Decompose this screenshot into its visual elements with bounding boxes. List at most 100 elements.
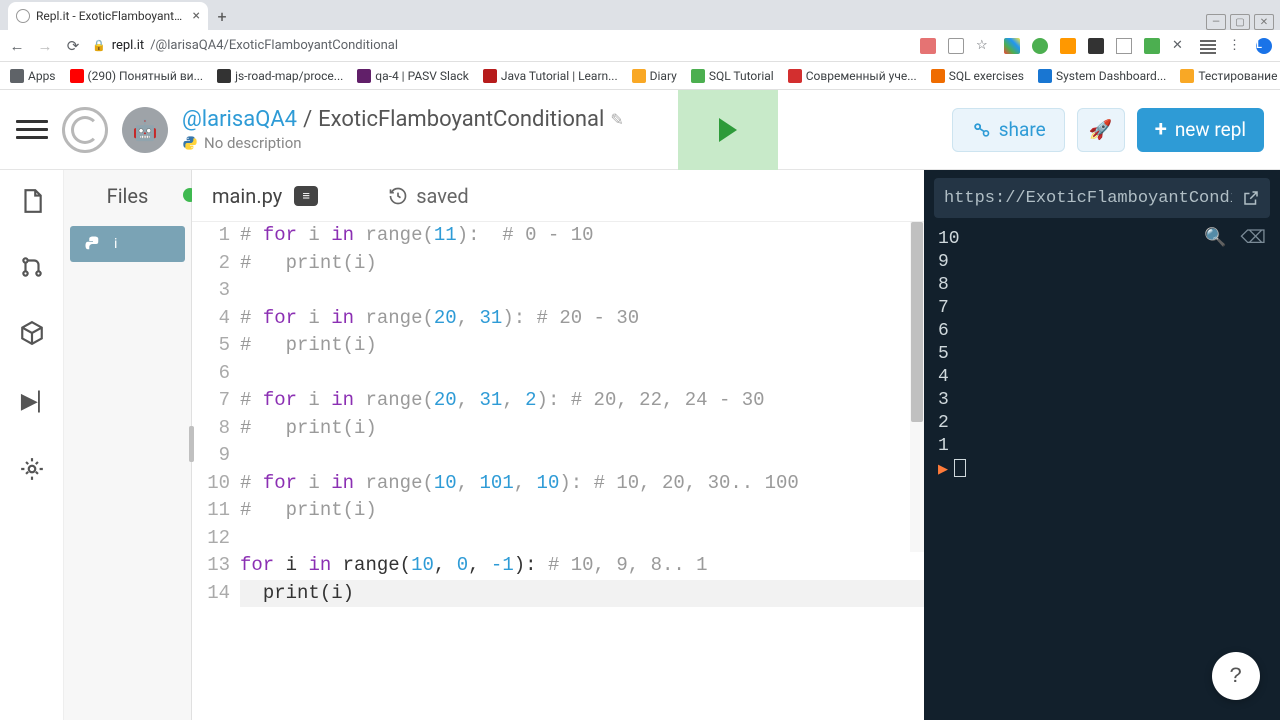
ext-icon[interactable] [1200, 38, 1216, 54]
code-editor[interactable]: 1234567891011121314 # for i in range(11)… [192, 222, 924, 720]
url-host: repl.it [112, 38, 144, 53]
new-repl-button[interactable]: + new repl [1137, 108, 1264, 152]
bookmark-item[interactable]: SQL Tutorial [691, 69, 774, 83]
bookmark-item[interactable]: Тестирование [1180, 69, 1277, 83]
hamburger-menu-icon[interactable] [16, 120, 48, 139]
reload-icon[interactable]: ⟳ [64, 37, 82, 55]
editor-tab[interactable]: main.py ≡ [212, 184, 318, 208]
search-icon[interactable]: 🔍 [1204, 228, 1226, 251]
bookmark-label: Diary [650, 69, 677, 83]
ext-icon[interactable] [1032, 38, 1048, 54]
rocket-icon: 🚀 [1089, 118, 1113, 141]
bookmark-item[interactable]: js-road-map/proce... [217, 69, 343, 83]
output-url[interactable]: https://ExoticFlamboyantCondit [944, 189, 1232, 208]
editor-tab-bar: main.py ≡ saved [192, 170, 924, 222]
project-info: @larisaQA4/ExoticFlamboyantConditional ✎… [182, 107, 624, 152]
star-icon[interactable]: ☆ [976, 38, 992, 54]
bookmark-item[interactable]: SQL exercises [931, 69, 1024, 83]
settings-icon[interactable] [19, 456, 45, 482]
files-header: Files [64, 170, 191, 222]
url-box[interactable]: 🔒 repl.it/@larisaQA4/ExoticFlamboyantCon… [92, 38, 910, 53]
new-repl-label: new repl [1175, 118, 1246, 141]
ext-icon[interactable] [1088, 38, 1104, 54]
bookmark-item[interactable]: Java Tutorial | Learn... [483, 69, 618, 83]
replit-logo-icon[interactable] [62, 107, 108, 153]
bookmark-icon [10, 69, 24, 83]
help-button[interactable]: ? [1212, 652, 1260, 700]
console-line: 4 [938, 366, 1266, 389]
bookmark-label: System Dashboard... [1056, 69, 1166, 83]
ext-icon[interactable] [1060, 38, 1076, 54]
url-path: /@larisaQA4/ExoticFlamboyantConditional [150, 38, 398, 53]
play-icon [719, 118, 737, 142]
browser-tab[interactable]: Repl.it - ExoticFlamboyantCondi × [8, 2, 208, 30]
package-icon[interactable] [19, 320, 45, 346]
debugger-icon[interactable]: ▶| [21, 386, 42, 416]
bookmark-item[interactable]: (290) Понятный ви... [70, 69, 204, 83]
bookmark-item[interactable]: Diary [632, 69, 677, 83]
share-icon [971, 120, 991, 140]
ext-icon[interactable] [1144, 38, 1160, 54]
forward-icon[interactable]: → [36, 37, 54, 55]
file-item[interactable]: i [70, 226, 185, 262]
editor-scrollbar[interactable] [910, 222, 924, 552]
window-maximize-icon[interactable]: ▢ [1230, 14, 1250, 30]
console-line: 2 [938, 412, 1266, 435]
saved-indicator: saved [388, 184, 469, 208]
ext-icon[interactable] [1116, 38, 1132, 54]
version-control-icon[interactable] [19, 254, 45, 280]
ext-icon[interactable] [920, 38, 936, 54]
bookmark-item[interactable]: qa-4 | PASV Slack [357, 69, 469, 83]
window-minimize-icon[interactable]: — [1206, 14, 1226, 30]
bookmark-icon [357, 69, 371, 83]
window-controls: — ▢ ✕ [1206, 12, 1280, 30]
browser-tab-strip: Repl.it - ExoticFlamboyantCondi × + — ▢ … [0, 0, 1280, 30]
code-content[interactable]: # for i in range(11): # 0 - 10# print(i)… [240, 222, 924, 720]
file-icon[interactable] [19, 188, 45, 214]
ext-icon[interactable] [1004, 38, 1020, 54]
translate-icon[interactable] [948, 38, 964, 54]
tab-title: Repl.it - ExoticFlamboyantCondi [36, 9, 187, 23]
console-line: 7 [938, 297, 1266, 320]
cursor-icon [954, 459, 966, 477]
bookmark-label: Тестирование [1198, 69, 1277, 83]
console-output[interactable]: 🔍 ⌫ 10987654321 ▶ [924, 218, 1280, 720]
bookmark-icon [788, 69, 802, 83]
bookmark-item[interactable]: Apps [10, 69, 56, 83]
profile-avatar[interactable]: L [1256, 38, 1272, 54]
console-tools: 🔍 ⌫ [1204, 228, 1266, 251]
bookmark-icon [632, 69, 646, 83]
ext-icon[interactable]: ✕ [1172, 38, 1188, 54]
upgrade-button[interactable]: 🚀 [1077, 108, 1125, 152]
run-button[interactable] [678, 90, 778, 170]
python-icon [84, 235, 102, 253]
pane-resize-handle[interactable] [189, 426, 194, 462]
scrollbar-thumb[interactable] [911, 222, 923, 422]
title-separator: / [303, 107, 312, 132]
open-external-icon[interactable] [1242, 189, 1260, 207]
project-user[interactable]: @larisaQA4 [182, 107, 297, 132]
bookmark-label: (290) Понятный ви... [88, 69, 204, 83]
bookmark-item[interactable]: Современный уче... [788, 69, 917, 83]
console-prompt[interactable]: ▶ [938, 458, 1266, 481]
saved-label: saved [416, 184, 469, 208]
output-url-bar: https://ExoticFlamboyantCondit [934, 178, 1270, 218]
output-pane: https://ExoticFlamboyantCondit 🔍 ⌫ 10987… [924, 170, 1280, 720]
bookmark-item[interactable]: System Dashboard... [1038, 69, 1166, 83]
share-button[interactable]: share [952, 108, 1065, 152]
bookmark-label: SQL exercises [949, 69, 1024, 83]
edit-icon[interactable]: ✎ [610, 110, 623, 129]
window-close-icon[interactable]: ✕ [1254, 14, 1274, 30]
close-tab-icon[interactable]: × [193, 8, 200, 24]
bookmark-icon [691, 69, 705, 83]
new-tab-button[interactable]: + [208, 2, 236, 30]
back-icon[interactable]: ← [8, 37, 26, 55]
clear-icon[interactable]: ⌫ [1241, 228, 1266, 251]
address-bar: ← → ⟳ 🔒 repl.it/@larisaQA4/ExoticFlamboy… [0, 30, 1280, 62]
file-name: i [114, 236, 117, 252]
prompt-caret-icon: ▶ [938, 462, 948, 477]
tab-menu-icon[interactable]: ≡ [294, 186, 318, 206]
bookmark-label: SQL Tutorial [709, 69, 774, 83]
project-name: ExoticFlamboyantConditional [318, 107, 604, 132]
menu-icon[interactable]: ⋮ [1228, 38, 1244, 54]
